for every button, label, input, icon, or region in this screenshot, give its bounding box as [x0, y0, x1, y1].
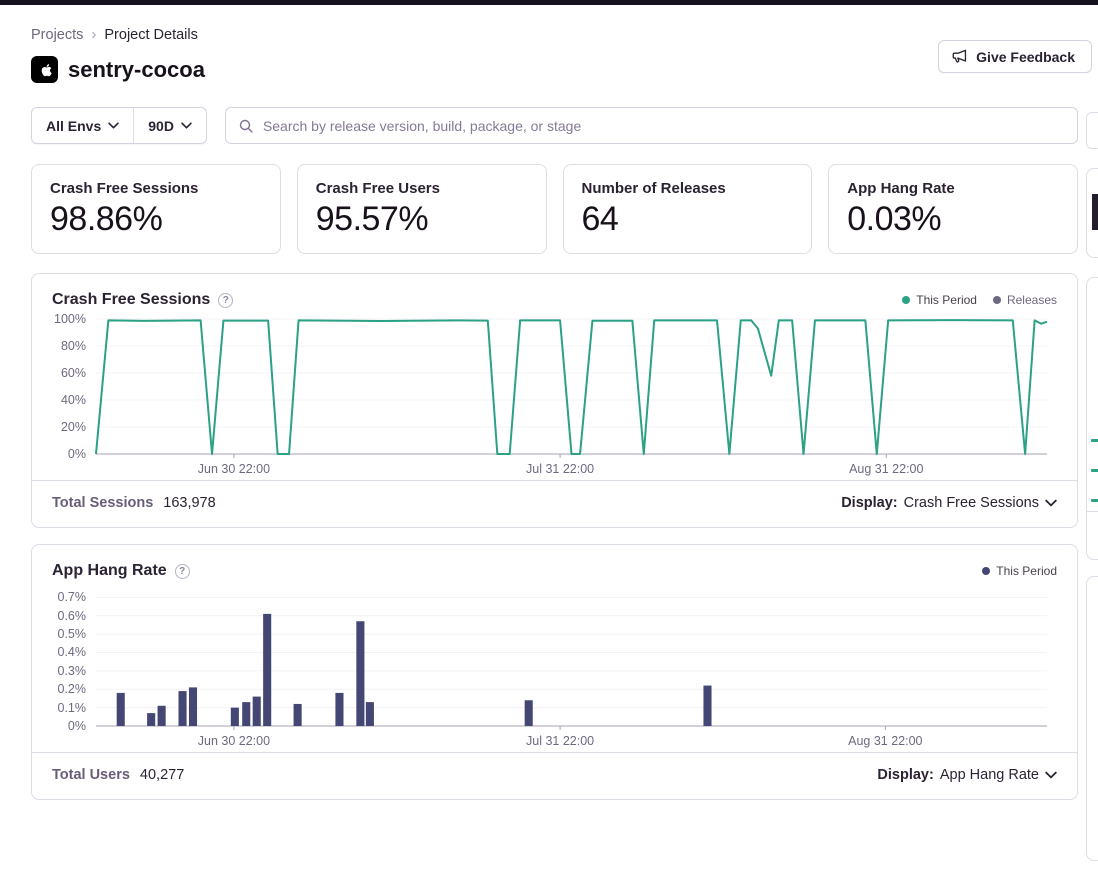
- stat-value: 95.57%: [316, 200, 528, 239]
- stat-value: 0.03%: [847, 200, 1059, 239]
- app-hang-rate-panel: App Hang Rate ? This Period 0.7%0.6%0.5%…: [31, 544, 1078, 800]
- date-range-dropdown[interactable]: 90D: [134, 108, 206, 143]
- stat-label: App Hang Rate: [847, 180, 1059, 197]
- filter-row: All Envs 90D: [31, 107, 1078, 144]
- display-value: Crash Free Sessions: [904, 495, 1039, 511]
- crash-free-sessions-panel: Crash Free Sessions ? This Period Releas…: [31, 273, 1078, 528]
- chart-header: Crash Free Sessions ? This Period Releas…: [32, 274, 1077, 309]
- display-label: Display:: [877, 767, 933, 783]
- give-feedback-label: Give Feedback: [976, 49, 1075, 65]
- legend-label: This Period: [996, 564, 1057, 578]
- chevron-down-icon: [181, 122, 192, 129]
- plot-area-wrap: Jun 30 22:00Jul 31 22:00Aug 31 22:00: [96, 319, 1047, 480]
- legend-dot-icon: [993, 296, 1001, 304]
- cutoff-panel-bottom: [1086, 576, 1098, 861]
- score-cards-row: Crash Free Sessions 98.86% Crash Free Us…: [31, 164, 1078, 254]
- display-value: App Hang Rate: [940, 767, 1039, 783]
- y-axis-labels: 100%80%60%40%20%0%: [32, 319, 96, 454]
- x-axis-labels: Jun 30 22:00Jul 31 22:00Aug 31 22:00: [96, 726, 1047, 752]
- chevron-down-icon: [1045, 499, 1057, 507]
- cutoff-stat-digit: [1092, 194, 1098, 230]
- y-axis-labels: 0.7%0.6%0.5%0.4%0.3%0.2%0.1%0%: [32, 590, 96, 726]
- chart-legend: This Period: [982, 564, 1057, 578]
- cutoff-stat-card: [1086, 168, 1098, 258]
- total-users-value: 40,277: [140, 767, 184, 783]
- x-axis-labels: Jun 30 22:00Jul 31 22:00Aug 31 22:00: [96, 454, 1047, 480]
- stat-label: Number of Releases: [582, 180, 794, 197]
- legend-item-releases[interactable]: Releases: [993, 293, 1057, 307]
- give-feedback-button[interactable]: Give Feedback: [938, 40, 1092, 73]
- date-range-dropdown-label: 90D: [148, 118, 174, 134]
- chart-legend: This Period Releases: [902, 293, 1057, 307]
- cutoff-teal-dash: [1091, 499, 1098, 502]
- app-hang-rate-chart: 0.7%0.6%0.5%0.4%0.3%0.2%0.1%0% Jun 30 22…: [32, 580, 1077, 752]
- environment-dropdown[interactable]: All Envs: [32, 108, 133, 143]
- top-black-bar: [0, 0, 1098, 5]
- search-icon: [238, 118, 254, 134]
- cutoff-teal-dash: [1091, 439, 1098, 442]
- total-sessions-value: 163,978: [163, 495, 215, 511]
- stat-card-number-of-releases: Number of Releases 64: [563, 164, 813, 254]
- chart-header: App Hang Rate ? This Period: [32, 545, 1077, 580]
- help-icon[interactable]: ?: [175, 564, 190, 579]
- stat-value: 98.86%: [50, 200, 262, 239]
- total-users-label: Total Users: [52, 767, 130, 783]
- legend-item-this-period[interactable]: This Period: [982, 564, 1057, 578]
- breadcrumb-current-page: Project Details: [104, 27, 197, 43]
- stat-card-app-hang-rate: App Hang Rate 0.03%: [828, 164, 1078, 254]
- breadcrumb: Projects › Project Details: [31, 26, 1078, 43]
- project-title-row: sentry-cocoa: [31, 56, 1078, 83]
- crash-free-sessions-chart: 100%80%60%40%20%0% Jun 30 22:00Jul 31 22…: [32, 309, 1077, 480]
- chart-footer: Total Sessions 163,978 Display: Crash Fr…: [32, 480, 1077, 527]
- project-name: sentry-cocoa: [68, 57, 205, 83]
- legend-dot-icon: [982, 567, 990, 575]
- megaphone-icon: [951, 48, 968, 65]
- chevron-right-icon: ›: [91, 26, 96, 43]
- chart-title: Crash Free Sessions: [52, 291, 210, 309]
- display-selector[interactable]: Display: App Hang Rate: [877, 767, 1057, 783]
- cutoff-filter-control: [1086, 112, 1098, 149]
- stat-value: 64: [582, 200, 794, 239]
- stat-card-crash-free-users: Crash Free Users 95.57%: [297, 164, 547, 254]
- page-filter-bar: All Envs 90D: [31, 107, 207, 144]
- release-search-box: [225, 107, 1078, 144]
- chevron-down-icon: [108, 122, 119, 129]
- chart-footer: Total Users 40,277 Display: App Hang Rat…: [32, 752, 1077, 799]
- legend-label: This Period: [916, 293, 977, 307]
- cutoff-panel-top: [1086, 277, 1098, 560]
- total-sessions-label: Total Sessions: [52, 495, 153, 511]
- cutoff-teal-dash: [1091, 469, 1098, 472]
- stat-label: Crash Free Users: [316, 180, 528, 197]
- help-icon[interactable]: ?: [218, 293, 233, 308]
- breadcrumb-projects-link[interactable]: Projects: [31, 27, 83, 43]
- legend-item-this-period[interactable]: This Period: [902, 293, 977, 307]
- page-container: Projects › Project Details Give Feedback…: [31, 26, 1078, 800]
- apple-platform-icon: [31, 56, 58, 83]
- release-search-input[interactable]: [263, 118, 1065, 134]
- bar-chart-plot[interactable]: [96, 590, 1047, 726]
- legend-dot-icon: [902, 296, 910, 304]
- legend-label: Releases: [1007, 293, 1057, 307]
- display-selector[interactable]: Display: Crash Free Sessions: [841, 495, 1057, 511]
- stat-label: Crash Free Sessions: [50, 180, 262, 197]
- chart-title: App Hang Rate: [52, 562, 167, 580]
- environment-dropdown-label: All Envs: [46, 118, 101, 134]
- line-chart-plot[interactable]: [96, 319, 1047, 454]
- stat-card-crash-free-sessions: Crash Free Sessions 98.86%: [31, 164, 281, 254]
- display-label: Display:: [841, 495, 897, 511]
- chevron-down-icon: [1045, 771, 1057, 779]
- cutoff-panel-divider: [1087, 511, 1098, 512]
- plot-area-wrap: Jun 30 22:00Jul 31 22:00Aug 31 22:00: [96, 590, 1047, 752]
